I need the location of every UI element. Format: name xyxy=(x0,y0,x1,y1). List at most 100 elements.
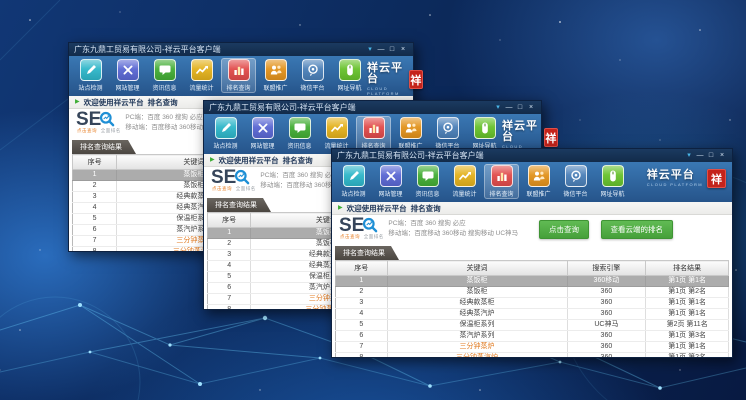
toolbar-button-2[interactable]: 资讯信息 xyxy=(282,116,317,151)
column-header[interactable]: 序号 xyxy=(208,213,251,228)
table-row[interactable]: 2蒸饭柜360第1页 第2名 xyxy=(336,287,729,298)
toolbar-button-5[interactable]: 联盟推广 xyxy=(393,116,428,151)
toolbar-button-3[interactable]: 流量统计 xyxy=(184,58,219,93)
maximize-icon[interactable]: □ xyxy=(387,44,397,55)
people-icon xyxy=(400,117,422,139)
minimize-icon[interactable]: — xyxy=(376,44,386,55)
cell-engine: UC神马 xyxy=(567,320,646,331)
toolbar-button-4[interactable]: 排名查询 xyxy=(356,116,391,151)
wechat-icon xyxy=(302,59,324,81)
column-header[interactable]: 序号 xyxy=(73,155,117,170)
app-window-front: 广东九鼎工贸易有限公司-祥云平台客户端 ▾ — □ × 站点检测网站管理资讯信息… xyxy=(331,148,733,358)
cell-no: 1 xyxy=(73,170,117,181)
skin-icon[interactable]: ▾ xyxy=(493,102,503,113)
toolbar-items: 站点检测网站管理资讯信息流量统计排名查询联盟推广微信平台网址导航 xyxy=(73,58,367,93)
toolbar-button-1[interactable]: 网站管理 xyxy=(245,116,280,151)
toolbar-button-2[interactable]: 资讯信息 xyxy=(410,164,445,199)
cell-no: 6 xyxy=(336,331,388,342)
table-row[interactable]: 4经典蒸汽炉360第1页 第1名 xyxy=(336,309,729,320)
cell-no: 4 xyxy=(336,309,388,320)
mouse-icon xyxy=(339,59,361,81)
cell-no: 5 xyxy=(208,272,251,283)
maximize-icon[interactable]: □ xyxy=(706,150,716,161)
breadcrumb-welcome: 欢迎使用祥云平台 xyxy=(347,203,407,214)
toolbar-button-6[interactable]: 微信平台 xyxy=(430,116,465,151)
toolbar-button-3[interactable]: 流量统计 xyxy=(319,116,354,151)
toolbar-label: 联盟推广 xyxy=(522,188,554,197)
cell-rank: 第1页 第3名 xyxy=(646,331,729,342)
table-row[interactable]: 3经典款蒸柜360第1页 第1名 xyxy=(336,298,729,309)
chat-bubble-icon xyxy=(154,59,176,81)
toolbar-button-0[interactable]: 站点检测 xyxy=(336,164,371,199)
table-row[interactable]: 7三分钟蒸炉360第1页 第1名 xyxy=(336,342,729,353)
toolbar-button-7[interactable]: 网址导航 xyxy=(332,58,367,93)
cell-rank: 第1页 第1名 xyxy=(646,309,729,320)
maximize-icon[interactable]: □ xyxy=(515,102,525,113)
seo-tagline: 点击查询 全面排名 xyxy=(340,234,384,240)
toolbar-label: 站点检测 xyxy=(209,140,241,149)
seo-logo: SE 点击查询 全面排名 xyxy=(211,169,251,192)
toolbar-button-2[interactable]: 资讯信息 xyxy=(147,58,182,93)
table-row[interactable]: 1蒸饭柜360移动第1页 第1名 xyxy=(336,276,729,287)
skin-icon[interactable]: ▾ xyxy=(684,150,694,161)
column-header[interactable]: 搜索引擎 xyxy=(567,261,646,276)
toolbar-button-6[interactable]: 微信平台 xyxy=(295,58,330,93)
toolbar-button-1[interactable]: 网站管理 xyxy=(373,164,408,199)
window-titlebar[interactable]: 广东九鼎工贸易有限公司-祥云平台客户端 ▾ — □ × xyxy=(204,101,541,114)
close-icon[interactable]: × xyxy=(526,102,536,113)
cell-no: 3 xyxy=(208,250,251,261)
toolbar-button-0[interactable]: 站点检测 xyxy=(208,116,243,151)
toolbar-button-6[interactable]: 微信平台 xyxy=(558,164,593,199)
toolbar-label: 网站管理 xyxy=(246,140,278,149)
tools-icon xyxy=(252,117,274,139)
toolbar-button-7[interactable]: 网址导航 xyxy=(467,116,502,151)
results-tab[interactable]: 排名查询结果 xyxy=(335,246,399,260)
cell-no: 8 xyxy=(208,305,251,310)
cell-no: 3 xyxy=(73,192,117,203)
flag-icon: ▶ xyxy=(338,205,343,211)
line-chart-icon xyxy=(326,117,348,139)
cell-no: 1 xyxy=(336,276,388,287)
skin-icon[interactable]: ▾ xyxy=(365,44,375,55)
results-tab[interactable]: 排名查询结果 xyxy=(72,140,136,154)
toolbar-button-1[interactable]: 网站管理 xyxy=(110,58,145,93)
table-row[interactable]: 8三分钟蒸汽炉360第1页 第2名 xyxy=(336,353,729,358)
minimize-icon[interactable]: — xyxy=(504,102,514,113)
brand-subtitle: CLOUD PLATFORM xyxy=(367,86,405,96)
column-header[interactable]: 关键词 xyxy=(387,261,567,276)
column-header[interactable]: 排名结果 xyxy=(646,261,729,276)
wechat-icon xyxy=(437,117,459,139)
breadcrumb-welcome: 欢迎使用祥云平台 xyxy=(219,155,279,166)
results-tab[interactable]: 排名查询结果 xyxy=(207,198,271,212)
toolbar-button-3[interactable]: 流量统计 xyxy=(447,164,482,199)
window-titlebar[interactable]: 广东九鼎工贸易有限公司-祥云平台客户端 ▾ — □ × xyxy=(69,43,413,56)
window-titlebar[interactable]: 广东九鼎工贸易有限公司-祥云平台客户端 ▾ — □ × xyxy=(332,149,732,162)
toolbar-button-5[interactable]: 联盟推广 xyxy=(521,164,556,199)
brand-subtitle: CLOUD PLATFORM xyxy=(647,182,703,187)
column-header[interactable]: 序号 xyxy=(336,261,388,276)
close-icon[interactable]: × xyxy=(717,150,727,161)
toolbar-button-7[interactable]: 网址导航 xyxy=(595,164,630,199)
cell-no: 2 xyxy=(208,239,251,250)
results-panel: 排名查询结果 序号关键词搜索引擎排名结果 1蒸饭柜360移动第1页 第1名2蒸饭… xyxy=(332,242,732,357)
cell-no: 5 xyxy=(336,320,388,331)
line-chart-icon xyxy=(191,59,213,81)
chat-bubble-icon xyxy=(417,165,439,187)
toolbar-button-4[interactable]: 排名查询 xyxy=(484,164,519,199)
seo-tagline: 点击查询 全面排名 xyxy=(212,186,256,192)
brand-seal-icon: 祥 xyxy=(544,128,558,147)
toolbar-button-0[interactable]: 站点检测 xyxy=(73,58,108,93)
query-button[interactable]: 点击查询 xyxy=(539,220,589,239)
table-row[interactable]: 5保温柜系列UC神马第2页 第11名 xyxy=(336,320,729,331)
toolbar-button-4[interactable]: 排名查询 xyxy=(221,58,256,93)
cell-engine: 360 xyxy=(567,287,646,298)
cloud-rank-button[interactable]: 查看云端的排名 xyxy=(601,220,674,239)
minimize-icon[interactable]: — xyxy=(695,150,705,161)
toolbar-button-5[interactable]: 联盟推广 xyxy=(258,58,293,93)
table-row[interactable]: 6蒸汽炉系列360第1页 第3名 xyxy=(336,331,729,342)
cell-keyword: 蒸饭柜 xyxy=(387,276,567,287)
window-title: 广东九鼎工贸易有限公司-祥云平台客户端 xyxy=(74,44,365,55)
cell-no: 8 xyxy=(336,353,388,358)
window-title: 广东九鼎工贸易有限公司-祥云平台客户端 xyxy=(337,150,684,161)
close-icon[interactable]: × xyxy=(398,44,408,55)
